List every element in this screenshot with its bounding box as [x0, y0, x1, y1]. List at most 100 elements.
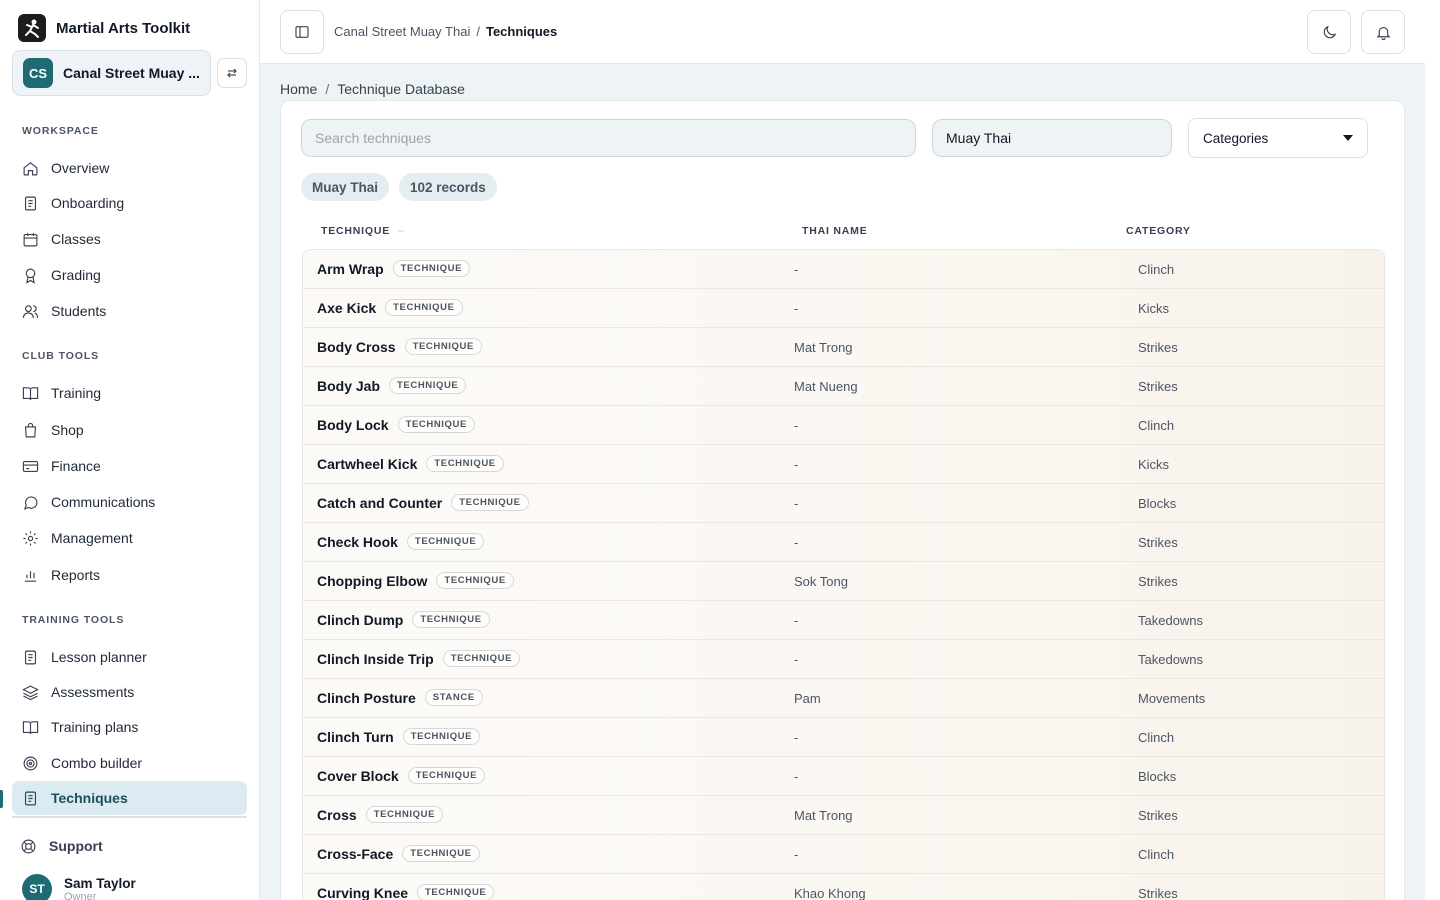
table-row[interactable]: Chopping Elbow TECHNIQUE Sok Tong Strikes: [303, 562, 1384, 601]
table-row[interactable]: Cross TECHNIQUE Mat Trong Strikes: [303, 796, 1384, 835]
nav-item-finance[interactable]: Finance: [12, 449, 247, 483]
table-row[interactable]: Body Cross TECHNIQUE Mat Trong Strikes: [303, 328, 1384, 367]
nav-item-techniques[interactable]: Techniques: [12, 781, 247, 815]
nav-label: Finance: [51, 458, 101, 474]
nav-item-grading[interactable]: Grading: [12, 258, 247, 292]
nav-item-shop[interactable]: Shop: [12, 413, 247, 447]
nav-item-reports[interactable]: Reports: [12, 558, 247, 592]
thai-name-cell: -: [794, 613, 799, 628]
technique-name[interactable]: Clinch Turn: [317, 729, 394, 745]
nav-item-onboarding[interactable]: Onboarding: [12, 186, 247, 220]
technique-name[interactable]: Body Lock: [317, 417, 389, 433]
category-cell: Strikes: [1138, 379, 1178, 394]
column-header-thai-name[interactable]: THAI NAME: [802, 225, 868, 237]
technique-name[interactable]: Axe Kick: [317, 300, 376, 316]
technique-cell: Cover Block TECHNIQUE: [317, 767, 486, 784]
technique-cell: Check Hook TECHNIQUE: [317, 533, 485, 550]
search-input[interactable]: [301, 119, 916, 157]
club-name: Canal Street Muay ...: [63, 65, 200, 81]
nav-item-training[interactable]: Training: [12, 376, 247, 410]
nav-item-communications[interactable]: Communications: [12, 485, 247, 519]
club-avatar: CS: [23, 58, 53, 88]
category-cell: Blocks: [1138, 769, 1177, 784]
theme-toggle-button[interactable]: [1307, 10, 1351, 54]
technique-name[interactable]: Catch and Counter: [317, 495, 442, 511]
table-row[interactable]: Cross-Face TECHNIQUE - Clinch: [303, 835, 1384, 874]
nav-label: Assessments: [51, 684, 135, 700]
technique-name[interactable]: Cartwheel Kick: [317, 456, 417, 472]
breadcrumb: Home / Technique Database: [280, 81, 465, 97]
table-row[interactable]: Clinch Posture STANCE Pam Movements: [303, 679, 1384, 718]
category-cell: Clinch: [1138, 418, 1175, 433]
club-selector[interactable]: CS Canal Street Muay ...: [12, 50, 211, 96]
notifications-button[interactable]: [1361, 10, 1405, 54]
table-row[interactable]: Cartwheel Kick TECHNIQUE - Kicks: [303, 445, 1384, 484]
thai-name-cell: -: [794, 301, 799, 316]
nav-item-combo-builder[interactable]: Combo builder: [12, 746, 247, 780]
category-cell: Strikes: [1138, 808, 1178, 823]
table-row[interactable]: Body Jab TECHNIQUE Mat Nueng Strikes: [303, 367, 1384, 406]
table-row[interactable]: Cover Block TECHNIQUE - Blocks: [303, 757, 1384, 796]
table-row[interactable]: Axe Kick TECHNIQUE - Kicks: [303, 289, 1384, 328]
technique-name[interactable]: Cross: [317, 807, 357, 823]
switch-club-button[interactable]: [217, 58, 247, 88]
technique-name[interactable]: Clinch Dump: [317, 612, 403, 628]
column-header-category[interactable]: CATEGORY: [1126, 225, 1191, 237]
clipboard-icon: [24, 196, 37, 210]
user-profile[interactable]: ST Sam Taylor Owner: [22, 874, 136, 900]
table-row[interactable]: Check Hook TECHNIQUE - Strikes: [303, 523, 1384, 562]
categories-dropdown[interactable]: Categories: [1188, 118, 1368, 158]
type-badge: TECHNIQUE: [407, 767, 486, 784]
nav-item-management[interactable]: Management: [12, 521, 247, 555]
table-row[interactable]: Curving Knee TECHNIQUE Khao Khong Strikes: [303, 874, 1384, 900]
type-badge: TECHNIQUE: [365, 806, 444, 823]
scroll-gutter: [1425, 0, 1440, 900]
technique-cell: Body Jab TECHNIQUE: [317, 377, 467, 394]
technique-name[interactable]: Chopping Elbow: [317, 573, 427, 589]
technique-name[interactable]: Check Hook: [317, 534, 398, 550]
type-badge: TECHNIQUE: [426, 455, 504, 472]
table-row[interactable]: Arm Wrap TECHNIQUE - Clinch: [303, 250, 1384, 289]
table-row[interactable]: Clinch Dump TECHNIQUE - Takedowns: [303, 601, 1384, 640]
technique-name[interactable]: Body Cross: [317, 339, 396, 355]
column-header-technique[interactable]: TECHNIQUE: [321, 225, 405, 237]
nav-item-classes[interactable]: Classes: [12, 222, 247, 256]
nav-item-overview[interactable]: Overview: [12, 151, 247, 185]
sidebar-toggle-button[interactable]: [280, 10, 324, 54]
table-row[interactable]: Clinch Inside Trip TECHNIQUE - Takedowns: [303, 640, 1384, 679]
clipboard-icon: [24, 650, 37, 664]
document-icon: [24, 791, 37, 805]
thai-name-cell: Mat Trong: [794, 808, 853, 823]
user-role: Owner: [64, 891, 97, 900]
lifebuoy-icon: [21, 839, 36, 853]
technique-name[interactable]: Cover Block: [317, 768, 399, 784]
breadcrumb-home[interactable]: Home: [280, 81, 317, 97]
technique-name[interactable]: Curving Knee: [317, 885, 408, 900]
support-label: Support: [49, 838, 103, 854]
nav-item-support[interactable]: Support: [10, 829, 245, 863]
technique-name[interactable]: Cross-Face: [317, 846, 393, 862]
discipline-filter-input[interactable]: [932, 119, 1172, 157]
category-cell: Movements: [1138, 691, 1206, 706]
table-row[interactable]: Catch and Counter TECHNIQUE - Blocks: [303, 484, 1384, 523]
app-title: Martial Arts Toolkit: [56, 19, 191, 37]
section-label-workspace: WORKSPACE: [22, 125, 99, 137]
nav-label: Training: [51, 385, 102, 401]
nav-item-students[interactable]: Students: [12, 294, 247, 328]
nav-item-assessments[interactable]: Assessments: [12, 675, 247, 709]
technique-name[interactable]: Clinch Posture: [317, 690, 416, 706]
technique-name[interactable]: Body Jab: [317, 378, 380, 394]
book-icon: [22, 720, 39, 734]
table-row[interactable]: Clinch Turn TECHNIQUE - Clinch: [303, 718, 1384, 757]
avatar: ST: [22, 874, 52, 900]
technique-name[interactable]: Arm Wrap: [317, 261, 384, 277]
nav-item-lesson-planner[interactable]: Lesson planner: [12, 640, 247, 674]
nav-item-training-plans[interactable]: Training plans: [12, 710, 247, 744]
techniques-panel: Categories Muay Thai 102 records TECHNIQ…: [280, 100, 1405, 900]
technique-name[interactable]: Clinch Inside Trip: [317, 651, 434, 667]
crumb-club[interactable]: Canal Street Muay Thai: [334, 24, 470, 39]
brand[interactable]: Martial Arts Toolkit: [18, 14, 190, 42]
technique-cell: Cross TECHNIQUE: [317, 806, 444, 823]
table-row[interactable]: Body Lock TECHNIQUE - Clinch: [303, 406, 1384, 445]
nav-label: Training plans: [51, 719, 139, 735]
